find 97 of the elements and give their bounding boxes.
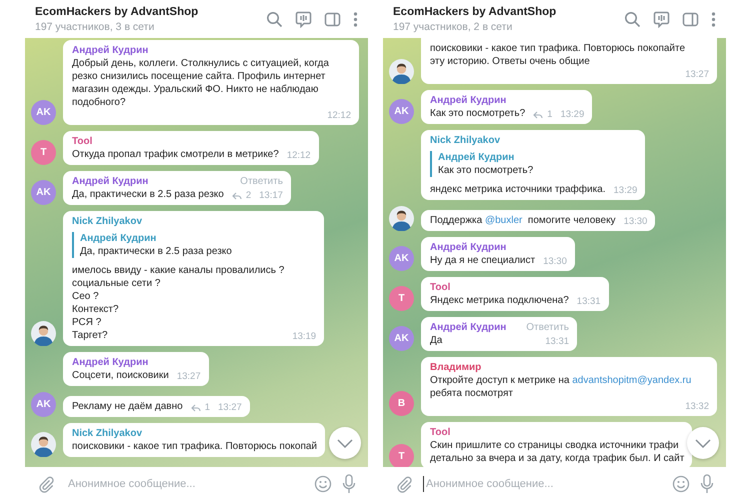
reply-arrow-icon: [232, 192, 242, 200]
sender-name[interactable]: Tool: [430, 281, 450, 294]
message-text: Да, практически в 2.5 раза резко: [72, 188, 224, 201]
message-text: яндекс метрика источники траффика.: [430, 183, 606, 196]
user-avatar[interactable]: [389, 206, 414, 231]
chat-title: EcomHackers by AdvantShop: [35, 6, 198, 18]
message-text: Поддержка @buxler помогите человеку: [430, 214, 616, 227]
chat-title: EcomHackers by AdvantShop: [393, 6, 556, 18]
message-text: Добрый день, коллеги. Столкнулись с ситуацией, когда резко снизились посещение сайта. Профиль интернет магазин одежды. Уральский ФО. Никто не наблюдаю подобного?: [72, 57, 329, 109]
message-time: 13:27: [218, 401, 242, 414]
reply-link[interactable]: Ответить: [526, 321, 570, 334]
user-avatar[interactable]: [389, 59, 414, 84]
user-avatar[interactable]: T: [31, 140, 56, 165]
message-time: 13:30: [624, 215, 648, 228]
sidebar-icon[interactable]: [682, 10, 699, 28]
sidebar-icon[interactable]: [324, 10, 341, 28]
message-input[interactable]: Анонимное сообщение...: [423, 476, 662, 492]
chevron-down-icon: [695, 438, 711, 448]
message-text: Откуда пропал трафик смотрели в метрике?: [72, 148, 279, 161]
sender-name[interactable]: Андрей Кудрин: [430, 321, 506, 334]
message-text: поисковики - какое тип трафика. Повторюсь покопай: [72, 440, 317, 453]
member-count: 197 участников, 3 в сети: [35, 20, 156, 32]
quoted-message[interactable]: Андрей Кудрин Как это посмотреть?: [430, 151, 638, 177]
message-time: 13:27: [176, 370, 201, 383]
more-icon[interactable]: [353, 10, 358, 28]
user-avatar[interactable]: [31, 432, 56, 457]
reply-count[interactable]: 1: [204, 401, 210, 414]
message-text: Рекламу не даём давно: [72, 400, 183, 413]
microphone-icon[interactable]: [700, 474, 714, 494]
sender-name[interactable]: Tool: [72, 135, 92, 148]
message-time: 13:29: [614, 184, 638, 197]
message-time: 12:12: [327, 109, 351, 122]
reply-arrow-icon: [533, 110, 544, 118]
sender-name[interactable]: Андрей Кудрин: [72, 44, 148, 57]
message-text: Ну да я не специалист: [430, 254, 536, 267]
more-icon[interactable]: [711, 10, 716, 28]
message-link[interactable]: advantshopitm@yandex.ru: [572, 375, 692, 386]
reply-count[interactable]: 2: [246, 189, 252, 202]
microphone-icon[interactable]: [342, 474, 356, 494]
message-time: 13:31: [576, 295, 601, 308]
chevron-down-icon: [337, 438, 353, 448]
message-time: 13:30: [543, 255, 567, 268]
message-text: Скин пришлите со страницы сводка источники трафи детально за вчера и за дату, когда трафик был. И сайт: [430, 439, 684, 465]
scroll-down-button[interactable]: [329, 427, 361, 459]
message-text: Соцсети, поисковики: [72, 369, 169, 382]
message-time: 13:19: [292, 330, 316, 343]
message-text: Откройте доступ к метрике на advantshopitm@yandex.ru ребята посмотрят: [430, 374, 692, 400]
sender-name[interactable]: Андрей Кудрин: [72, 356, 148, 369]
user-avatar[interactable]: T: [389, 286, 414, 311]
message-time: 13:31: [545, 335, 570, 348]
message-text: имелось ввиду - какие каналы провалились ? социальные сети ? Сео ? Контекст? РСЯ ? Таргет?: [72, 264, 284, 342]
attach-icon[interactable]: [395, 474, 413, 492]
quoted-sender: Андрей Кудрин: [438, 151, 516, 164]
sender-name[interactable]: Андрей Кудрин: [72, 175, 148, 188]
message-input[interactable]: Анонимное сообщение...: [65, 476, 304, 492]
quoted-text: Да, практически в 2.5 раза резко: [80, 245, 233, 258]
emoji-icon[interactable]: [314, 474, 332, 492]
message-link[interactable]: @buxler: [484, 215, 522, 226]
speech-bubble-icon[interactable]: [653, 10, 670, 28]
sender-name[interactable]: Nick Zhilyakov: [72, 427, 142, 440]
message-text: Да: [430, 334, 442, 347]
user-avatar[interactable]: AK: [389, 246, 414, 271]
quoted-sender: Андрей Кудрин: [80, 232, 158, 245]
sender-name[interactable]: Владимир: [430, 361, 482, 374]
speech-bubble-icon[interactable]: [295, 10, 312, 28]
user-avatar[interactable]: В: [389, 391, 414, 416]
reply-count[interactable]: 1: [547, 108, 552, 121]
message-text: Яндекс метрика подключена?: [430, 294, 569, 307]
message-text: поисковики - какое тип трафика. Повторюсь покопайте эту историю. Ответы очень общие: [430, 42, 686, 68]
message-time: 13:29: [560, 108, 584, 121]
message-time: 13:32: [685, 400, 709, 413]
user-avatar[interactable]: AK: [389, 99, 414, 124]
sender-name[interactable]: Андрей Кудрин: [430, 241, 506, 254]
search-icon[interactable]: [266, 10, 283, 28]
emoji-icon[interactable]: [672, 474, 690, 492]
attach-icon[interactable]: [37, 474, 55, 492]
user-avatar[interactable]: AK: [31, 180, 56, 205]
member-count: 197 участников, 2 в сети: [393, 20, 514, 32]
message-time: 13:27: [685, 68, 709, 81]
search-icon[interactable]: [624, 10, 641, 28]
message-time: 13:17: [259, 189, 283, 202]
message-time: 12:12: [286, 149, 311, 162]
reply-arrow-icon: [190, 404, 201, 412]
sender-name[interactable]: Андрей Кудрин: [430, 94, 506, 107]
scroll-down-button[interactable]: [687, 427, 719, 459]
user-avatar[interactable]: AK: [31, 100, 56, 125]
reply-link[interactable]: Ответить: [240, 175, 283, 188]
sender-name[interactable]: Nick Zhilyakov: [72, 215, 142, 228]
quoted-message[interactable]: Андрей Кудрин Да, практически в 2.5 раза резко: [72, 232, 316, 258]
user-avatar[interactable]: AK: [31, 392, 56, 417]
user-avatar[interactable]: AK: [389, 326, 414, 351]
sender-name[interactable]: Tool: [430, 426, 450, 439]
quoted-text: Как это посмотреть?: [438, 164, 534, 177]
user-avatar[interactable]: [31, 321, 56, 346]
user-avatar[interactable]: T: [389, 444, 414, 467]
message-text: Как это посмотреть?: [430, 107, 526, 120]
sender-name[interactable]: Nick Zhilyakov: [430, 134, 500, 147]
